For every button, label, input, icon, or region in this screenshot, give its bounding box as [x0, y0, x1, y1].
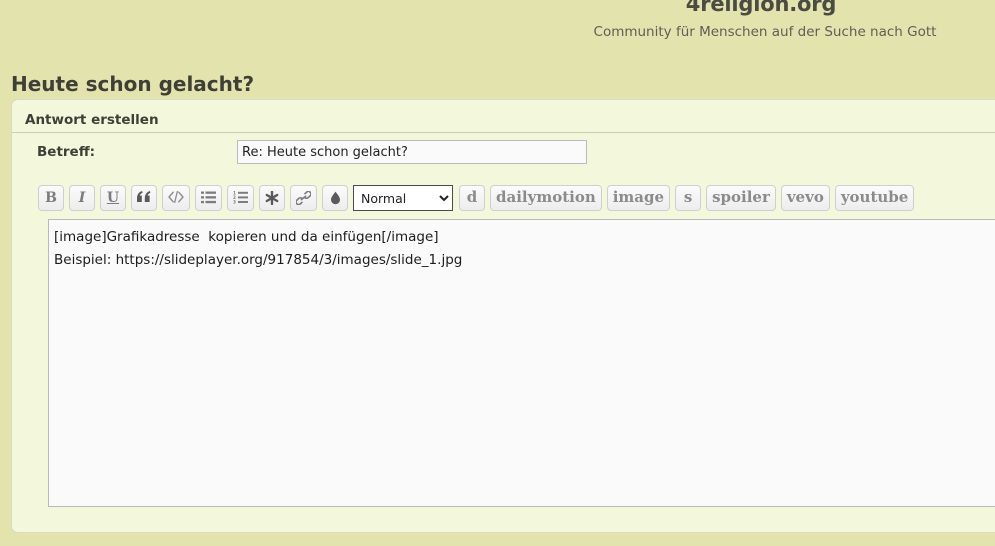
site-tagline: Community für Menschen auf der Suche nac… — [593, 24, 937, 40]
reply-panel: Antwort erstellen Betreff: B I U — [11, 99, 995, 533]
tag-button-vevo[interactable]: vevo — [780, 185, 830, 211]
tag-button-image[interactable]: image — [606, 185, 671, 211]
site-logo: 4religion.org — [685, 0, 837, 16]
bold-button[interactable]: B — [38, 185, 64, 211]
quote-button[interactable] — [131, 185, 157, 211]
page-title: Heute schon gelacht? — [11, 72, 255, 96]
code-icon — [168, 191, 184, 203]
ordered-list-icon: 1 2 3 — [233, 191, 248, 204]
panel-heading: Antwort erstellen — [25, 112, 159, 128]
site-header: 4religion.org Community für Menschen auf… — [0, 0, 995, 64]
svg-text:3: 3 — [233, 200, 236, 204]
underline-button[interactable]: U — [100, 185, 126, 211]
italic-button[interactable]: I — [69, 185, 95, 211]
subject-row: Betreff: — [12, 140, 995, 176]
quote-icon — [137, 191, 151, 202]
editor-toolbar: B I U 1 2 3 Normal d dailymotion image s… — [38, 185, 919, 219]
panel-divider — [12, 132, 995, 133]
tag-button-dailymotion[interactable]: dailymotion — [490, 185, 602, 211]
link-icon — [296, 191, 311, 205]
droplet-icon — [330, 191, 340, 205]
list-icon — [201, 191, 216, 204]
asterisk-button[interactable] — [259, 185, 285, 211]
code-button[interactable] — [162, 185, 190, 211]
message-editor: B I U 1 2 3 Normal d dailymotion image s… — [38, 185, 995, 507]
tag-button-youtube[interactable]: youtube — [834, 185, 915, 211]
color-button[interactable] — [322, 185, 348, 211]
asterisk-icon — [265, 191, 279, 205]
tag-button-s[interactable]: s — [675, 185, 702, 211]
format-select[interactable]: Normal — [353, 185, 453, 211]
unordered-list-button[interactable] — [195, 185, 222, 211]
tag-button-spoiler[interactable]: spoiler — [706, 185, 776, 211]
message-textarea[interactable] — [48, 219, 995, 507]
tag-button-d[interactable]: d — [459, 185, 485, 211]
subject-label: Betreff: — [37, 144, 96, 160]
ordered-list-button[interactable]: 1 2 3 — [227, 185, 254, 211]
link-button[interactable] — [290, 185, 317, 211]
subject-input[interactable] — [237, 140, 587, 164]
